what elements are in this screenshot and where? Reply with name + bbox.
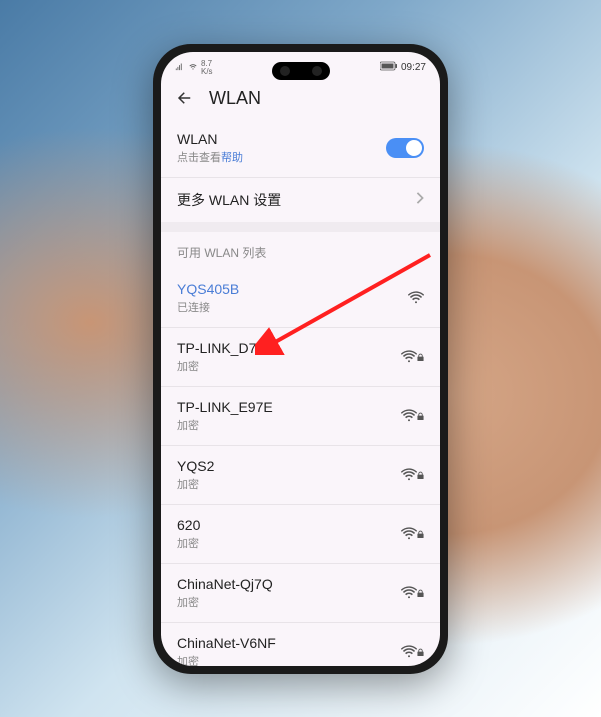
wifi-signal-icon: [401, 641, 424, 662]
network-status: 加密: [177, 476, 214, 492]
screen: 8.7K/s 09:27 WLAN WLAN 点击查看帮助: [161, 52, 440, 666]
page-title: WLAN: [209, 88, 261, 109]
wlan-toggle[interactable]: [386, 138, 424, 158]
wifi-signal-icon: [401, 405, 424, 426]
network-name: YQS405B: [177, 281, 239, 297]
network-row[interactable]: 620 加密: [161, 505, 440, 564]
wifi-status-icon: [188, 61, 198, 74]
network-row[interactable]: YQS405B 已连接: [161, 269, 440, 328]
network-status: 加密: [177, 594, 273, 610]
network-status: 已连接: [177, 299, 239, 315]
lock-icon: [418, 641, 424, 662]
wifi-signal-icon: [401, 464, 424, 485]
speed-unit: K/s: [201, 67, 213, 76]
more-settings-row[interactable]: 更多 WLAN 设置: [161, 178, 440, 222]
network-list: YQS405B已连接TP-LINK_D7D4加密TP-LINK_E97E加密YQ…: [161, 269, 440, 666]
network-name: TP-LINK_E97E: [177, 399, 273, 415]
wifi-signal-icon: [401, 582, 424, 603]
back-button[interactable]: [175, 88, 195, 108]
network-status: 加密: [177, 358, 274, 374]
time: 09:27: [401, 62, 426, 73]
network-name: YQS2: [177, 458, 214, 474]
network-status: 加密: [177, 417, 273, 433]
section-divider: [161, 222, 440, 232]
camera-notch: [272, 62, 330, 80]
content-scroll[interactable]: WLAN 点击查看帮助 更多 WLAN 设置 可用 WLAN 列表 YQS405…: [161, 119, 440, 666]
network-name: TP-LINK_D7D4: [177, 340, 274, 356]
more-settings-label: 更多 WLAN 设置: [177, 190, 281, 210]
network-row[interactable]: ChinaNet-Qj7Q 加密: [161, 564, 440, 623]
phone-frame: 8.7K/s 09:27 WLAN WLAN 点击查看帮助: [153, 44, 448, 674]
lock-icon: [418, 582, 424, 603]
network-status: 加密: [177, 653, 276, 666]
wifi-signal-icon: [401, 346, 424, 367]
network-name: ChinaNet-V6NF: [177, 635, 276, 651]
network-row[interactable]: TP-LINK_E97E 加密: [161, 387, 440, 446]
wifi-signal-icon: [408, 291, 424, 304]
lock-icon: [418, 405, 424, 426]
network-row[interactable]: ChinaNet-V6NF 加密: [161, 623, 440, 666]
network-row[interactable]: TP-LINK_D7D4 加密: [161, 328, 440, 387]
network-row[interactable]: YQS2 加密: [161, 446, 440, 505]
lock-icon: [418, 346, 424, 367]
network-name: 620: [177, 517, 200, 533]
header: WLAN: [161, 80, 440, 119]
networks-section-header: 可用 WLAN 列表: [161, 232, 440, 269]
wlan-toggle-row[interactable]: WLAN 点击查看帮助: [161, 119, 440, 178]
wlan-help-text: 点击查看帮助: [177, 149, 243, 165]
wlan-label: WLAN: [177, 131, 243, 147]
lock-icon: [418, 464, 424, 485]
chevron-right-icon: [416, 191, 424, 209]
lock-icon: [418, 523, 424, 544]
signal-icon: [175, 61, 185, 74]
network-name: ChinaNet-Qj7Q: [177, 576, 273, 592]
network-status: 加密: [177, 535, 200, 551]
battery-icon: [380, 61, 398, 74]
back-arrow-icon: [176, 89, 194, 107]
wifi-signal-icon: [401, 523, 424, 544]
